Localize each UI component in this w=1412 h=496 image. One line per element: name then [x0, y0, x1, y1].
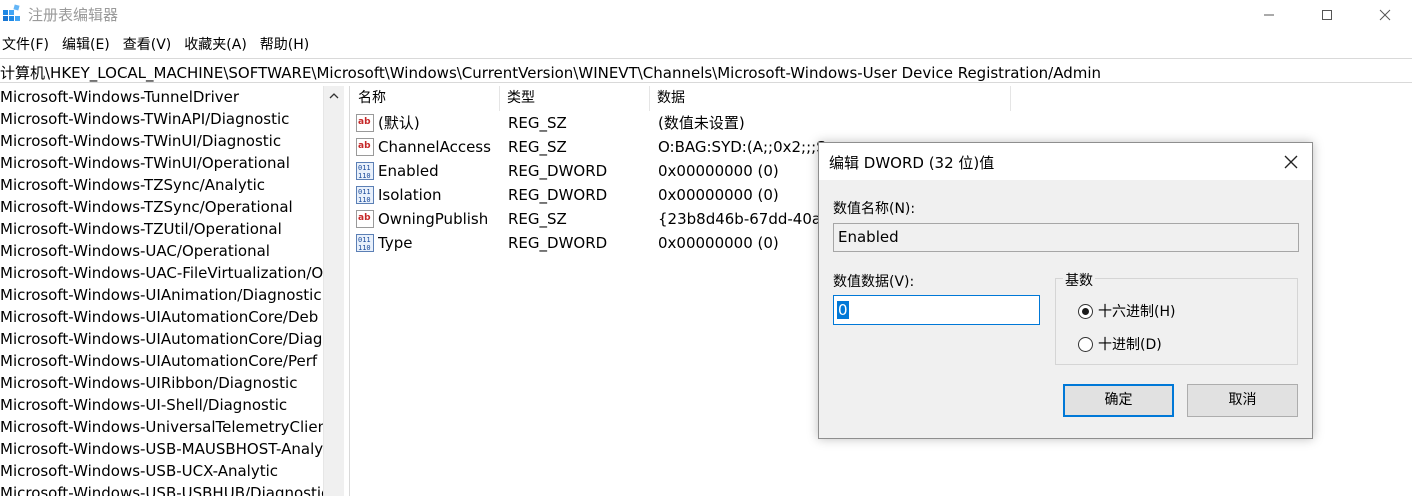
tree-item[interactable]: Microsoft-Windows-UIAnimation/Diagnostic	[0, 284, 323, 306]
edit-dword-dialog: 编辑 DWORD (32 位)值 数值名称(N): Enabled 数值数据(V…	[818, 142, 1313, 439]
value-name: ChannelAccess	[378, 138, 491, 156]
value-name: OwningPublish	[378, 210, 489, 228]
tree-item[interactable]: Microsoft-Windows-TWinUI/Operational	[0, 152, 323, 174]
key-tree[interactable]: Microsoft-Windows-TunnelDriver Microsoft…	[0, 86, 344, 496]
value-name: Enabled	[378, 162, 439, 180]
minimize-button[interactable]	[1246, 0, 1292, 30]
binary-value-icon: 011110	[356, 162, 374, 180]
value-type: REG_DWORD	[508, 186, 608, 204]
value-name-label: 数值名称(N):	[833, 201, 916, 217]
value-data-text: 0	[837, 301, 849, 319]
tree-scrollbar[interactable]	[323, 86, 344, 496]
address-bar[interactable]: 计算机\HKEY_LOCAL_MACHINE\SOFTWARE\Microsof…	[0, 58, 1412, 83]
value-data: 0x00000000 (0)	[658, 162, 779, 180]
value-data: 0x00000000 (0)	[658, 186, 779, 204]
column-header-name[interactable]: 名称	[351, 86, 500, 111]
value-type: REG_SZ	[508, 210, 567, 228]
tree-item[interactable]: Microsoft-Windows-USB-USBHUB/Diagnostic	[0, 482, 323, 496]
tree-item[interactable]: Microsoft-Windows-TWinUI/Diagnostic	[0, 130, 323, 152]
value-type: REG_SZ	[508, 114, 567, 132]
value-data: {23b8d46b-67dd-40a3	[658, 210, 831, 228]
base-group: 基数 十六进制(H) 十进制(D)	[1055, 270, 1298, 365]
svg-text:110: 110	[358, 244, 371, 252]
tree-item[interactable]: Microsoft-Windows-UI-Shell/Diagnostic	[0, 394, 323, 416]
value-data: O:BAG:SYD:(A;;0x2;;;S-	[658, 138, 832, 156]
column-header-data[interactable]: 数据	[650, 86, 1011, 111]
menu-view[interactable]: 查看(V)	[121, 34, 179, 56]
close-icon	[1379, 9, 1391, 21]
tree-item[interactable]: Microsoft-Windows-TZSync/Operational	[0, 196, 323, 218]
value-data-input[interactable]: 0	[833, 295, 1040, 325]
svg-text:ab: ab	[358, 141, 371, 151]
svg-text:ab: ab	[358, 117, 371, 127]
svg-text:011: 011	[358, 236, 371, 244]
close-button[interactable]	[1362, 0, 1408, 30]
hex-radio-option[interactable]: 十六进制(H)	[1078, 301, 1175, 321]
tree-item[interactable]: Microsoft-Windows-UAC/Operational	[0, 240, 323, 262]
base-label: 基数	[1063, 270, 1095, 290]
tree-item[interactable]: Microsoft-Windows-UIRibbon/Diagnostic	[0, 372, 323, 394]
hex-radio[interactable]	[1078, 303, 1093, 319]
tree-item[interactable]: Microsoft-Windows-UIAutomationCore/Diag	[0, 328, 323, 350]
dec-radio[interactable]	[1078, 336, 1093, 352]
tree-item[interactable]: Microsoft-Windows-UIAutomationCore/Perf	[0, 350, 323, 372]
string-value-icon: ab	[356, 114, 374, 132]
dec-radio-label: 十进制(D)	[1098, 337, 1162, 353]
value-type: REG_DWORD	[508, 234, 608, 252]
value-row[interactable]: ab (默认) REG_SZ (数值未设置)	[351, 111, 1412, 135]
tree-item[interactable]: Microsoft-Windows-UniversalTelemetryClie…	[0, 416, 323, 438]
maximize-button[interactable]	[1304, 0, 1350, 30]
value-data-label: 数值数据(V):	[833, 274, 915, 290]
menu-bar: 文件(F) 编辑(E) 查看(V) 收藏夹(A) 帮助(H)	[0, 34, 320, 56]
svg-text:110: 110	[358, 172, 371, 180]
string-value-icon: ab	[356, 210, 374, 228]
value-type: REG_DWORD	[508, 162, 608, 180]
dialog-close-button[interactable]	[1277, 149, 1305, 175]
ok-button[interactable]: 确定	[1063, 384, 1174, 417]
tree-item[interactable]: Microsoft-Windows-UIAutomationCore/Deb	[0, 306, 323, 328]
value-name: Type	[378, 234, 413, 252]
tree-item[interactable]: Microsoft-Windows-UAC-FileVirtualization…	[0, 262, 323, 284]
menu-help[interactable]: 帮助(H)	[258, 34, 316, 56]
tree-list: Microsoft-Windows-TunnelDriver Microsoft…	[0, 86, 323, 496]
value-name: Isolation	[378, 186, 442, 204]
dialog-title-bar[interactable]: 编辑 DWORD (32 位)值	[819, 143, 1312, 180]
maximize-icon	[1322, 10, 1332, 20]
string-value-icon: ab	[356, 138, 374, 156]
menu-edit[interactable]: 编辑(E)	[60, 34, 117, 56]
cancel-button[interactable]: 取消	[1187, 384, 1298, 417]
registry-editor-icon	[3, 4, 20, 21]
tree-item[interactable]: Microsoft-Windows-USB-MAUSBHOST-Analy	[0, 438, 323, 460]
address-path[interactable]: 计算机\HKEY_LOCAL_MACHINE\SOFTWARE\Microsof…	[0, 62, 1101, 83]
value-data: 0x00000000 (0)	[658, 234, 779, 252]
scroll-up-button[interactable]	[324, 86, 344, 106]
dec-radio-option[interactable]: 十进制(D)	[1078, 334, 1162, 354]
window-title: 注册表编辑器	[28, 6, 119, 24]
svg-text:ab: ab	[358, 213, 371, 223]
binary-value-icon: 011110	[356, 234, 374, 252]
title-bar: 注册表编辑器	[0, 0, 1412, 30]
close-icon	[1284, 155, 1298, 169]
tree-item[interactable]: Microsoft-Windows-TZUtil/Operational	[0, 218, 323, 240]
tree-item[interactable]: Microsoft-Windows-TZSync/Analytic	[0, 174, 323, 196]
hex-radio-label: 十六进制(H)	[1098, 304, 1176, 320]
column-header-type[interactable]: 类型	[500, 86, 650, 111]
value-name: (默认)	[378, 114, 420, 132]
svg-text:110: 110	[358, 196, 371, 204]
minimize-icon	[1264, 14, 1274, 16]
value-name-field: Enabled	[833, 223, 1299, 252]
tree-item[interactable]: Microsoft-Windows-TunnelDriver	[0, 86, 323, 108]
svg-text:011: 011	[358, 164, 371, 172]
menu-favorites[interactable]: 收藏夹(A)	[182, 34, 254, 56]
dialog-title: 编辑 DWORD (32 位)值	[829, 154, 995, 172]
svg-text:011: 011	[358, 188, 371, 196]
tree-item[interactable]: Microsoft-Windows-USB-UCX-Analytic	[0, 460, 323, 482]
pane-splitter[interactable]	[344, 86, 350, 496]
tree-item[interactable]: Microsoft-Windows-TWinAPI/Diagnostic	[0, 108, 323, 130]
value-data: (数值未设置)	[658, 114, 745, 132]
value-type: REG_SZ	[508, 138, 567, 156]
binary-value-icon: 011110	[356, 186, 374, 204]
menu-file[interactable]: 文件(F)	[0, 34, 56, 56]
chevron-up-icon	[329, 93, 339, 99]
